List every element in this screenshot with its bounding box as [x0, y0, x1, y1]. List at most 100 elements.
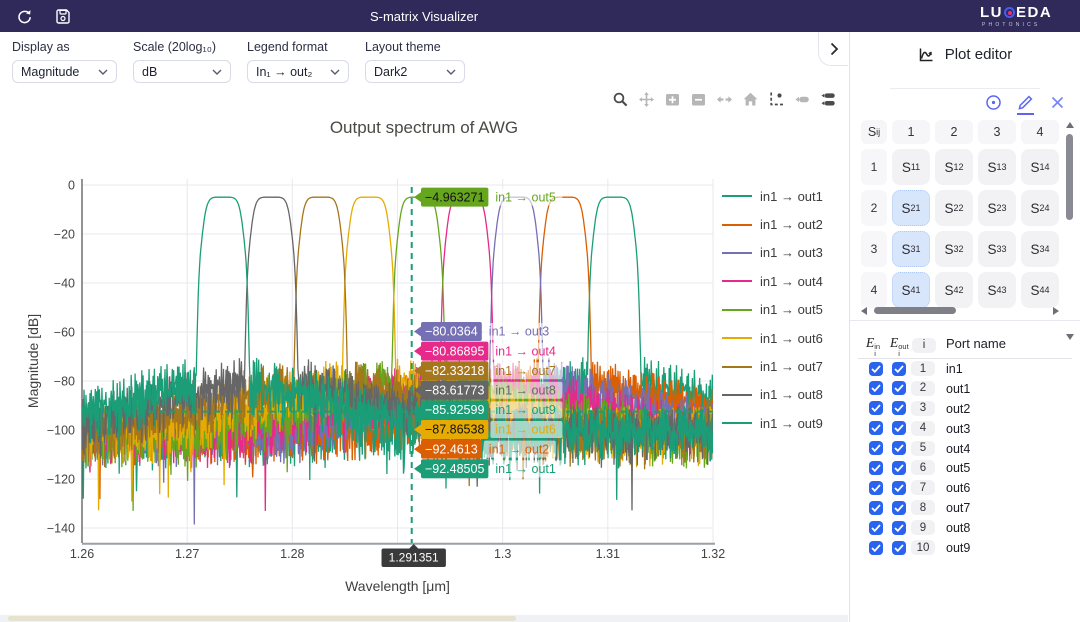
- e-out-checkbox-out3[interactable]: [892, 421, 906, 435]
- spectrum-chart[interactable]: 1.261.271.281.291.31.311.320−20−40−60−80…: [0, 88, 848, 614]
- modebar-pan-button[interactable]: [637, 90, 656, 109]
- scroll-left-arrow[interactable]: [861, 307, 867, 315]
- svg-text:in1 → out5: in1 → out5: [495, 190, 556, 204]
- legend-label: in1 → out9: [760, 416, 823, 431]
- panel-edit-button[interactable]: [1017, 94, 1034, 111]
- legend-item-in1-out8[interactable]: in1 → out8: [722, 381, 823, 409]
- smatrix-cell-S32[interactable]: S32: [935, 231, 973, 267]
- smatrix-row-header-4[interactable]: 4: [861, 272, 887, 308]
- smatrix-col-header-4[interactable]: 4: [1021, 120, 1059, 144]
- smatrix-cell-S24[interactable]: S24: [1021, 190, 1059, 226]
- e-out-checkbox-out1[interactable]: [892, 381, 906, 395]
- e-out-checkbox-out9[interactable]: [892, 541, 906, 555]
- e-out-checkbox-out6[interactable]: [892, 481, 906, 495]
- smatrix-cell-S34[interactable]: S34: [1021, 231, 1059, 267]
- e-in-checkbox-out3[interactable]: [869, 421, 883, 435]
- e-in-checkbox-out6[interactable]: [869, 481, 883, 495]
- e-out-checkbox-out4[interactable]: [892, 441, 906, 455]
- modebar-zoom-button[interactable]: [611, 90, 630, 109]
- smatrix-cell-S23[interactable]: S23: [978, 190, 1016, 226]
- smatrix-cell-S14[interactable]: S14: [1021, 149, 1059, 185]
- smatrix-cell-S31[interactable]: S31: [892, 231, 930, 267]
- scroll-right-arrow[interactable]: [1053, 307, 1059, 315]
- modebar-hover-compare-button[interactable]: [819, 90, 838, 109]
- smatrix-col-header-3[interactable]: 3: [978, 120, 1016, 144]
- line-chart-icon: [918, 46, 935, 63]
- modebar-autoscale-button[interactable]: [715, 90, 734, 109]
- control-select[interactable]: dB: [133, 60, 231, 83]
- port-name-label: out5: [946, 461, 970, 475]
- legend-item-in1-out2[interactable]: in1 → out2: [722, 210, 823, 238]
- bottom-scroll-thumb[interactable]: [8, 616, 516, 621]
- svg-text:in1 → out2: in1 → out2: [489, 442, 550, 456]
- logo-dot: [1008, 11, 1012, 15]
- smatrix-cell-S11[interactable]: S11: [892, 149, 930, 185]
- e-out-checkbox-out7[interactable]: [892, 501, 906, 515]
- legend-label: in1 → out6: [760, 331, 823, 346]
- smatrix-row-header-2[interactable]: 2: [861, 190, 887, 226]
- chevron-right-icon: [829, 42, 839, 56]
- control-select[interactable]: Magnitude: [12, 60, 117, 83]
- modebar-toggle-spikelines-button[interactable]: [767, 90, 786, 109]
- scroll-up-arrow[interactable]: [1066, 122, 1074, 128]
- legend-item-in1-out9[interactable]: in1 → out9: [722, 409, 823, 437]
- port-name-column-header: Port name: [946, 336, 1006, 351]
- smatrix-cell-S43[interactable]: S43: [978, 272, 1016, 308]
- e-in-checkbox-out9[interactable]: [869, 541, 883, 555]
- e-out-checkbox-out2[interactable]: [892, 401, 906, 415]
- modebar-reset-axes-button[interactable]: [741, 90, 760, 109]
- e-in-checkbox-out7[interactable]: [869, 501, 883, 515]
- bottom-scrollbar[interactable]: [0, 615, 848, 622]
- port-row-out7: 8out7: [850, 498, 1080, 518]
- e-in-checkbox-out2[interactable]: [869, 401, 883, 415]
- e-out-checkbox-out5[interactable]: [892, 461, 906, 475]
- smatrix-row-header-3[interactable]: 3: [861, 231, 887, 267]
- smatrix-cell-S42[interactable]: S42: [935, 272, 973, 308]
- e-in-checkbox-in1[interactable]: [869, 362, 883, 376]
- legend-item-in1-out3[interactable]: in1 → out3: [722, 239, 823, 267]
- legend-item-in1-out6[interactable]: in1 → out6: [722, 324, 823, 352]
- panel-info-button[interactable]: [985, 94, 1002, 111]
- e-in-checkbox-out5[interactable]: [869, 461, 883, 475]
- e-in-checkbox-out1[interactable]: [869, 381, 883, 395]
- svg-text:in1 → out1: in1 → out1: [495, 462, 556, 476]
- legend-item-in1-out7[interactable]: in1 → out7: [722, 352, 823, 380]
- e-out-checkbox-out8[interactable]: [892, 521, 906, 535]
- smatrix-col-header-2[interactable]: 2: [935, 120, 973, 144]
- control-select[interactable]: Dark2: [365, 60, 465, 83]
- smatrix-row-header-1[interactable]: 1: [861, 149, 887, 185]
- modebar-zoom-in-button[interactable]: [663, 90, 682, 109]
- smatrix-cell-S12[interactable]: S12: [935, 149, 973, 185]
- smatrix-cell-S33[interactable]: S33: [978, 231, 1016, 267]
- svg-text:−80.86895: −80.86895: [425, 344, 484, 358]
- e-out-checkbox-in1[interactable]: [892, 362, 906, 376]
- e-in-checkbox-out4[interactable]: [869, 441, 883, 455]
- legend-item-in1-out1[interactable]: in1 → out1: [722, 182, 823, 210]
- control-legend-format: Legend formatIn₁ → out₂: [247, 40, 349, 88]
- x-tick-label: 1.28: [280, 547, 304, 561]
- smatrix-cell-S41[interactable]: S41: [892, 272, 930, 308]
- horizontal-scroll-thumb[interactable]: [874, 307, 956, 314]
- port-row-out4: 5out4: [850, 439, 1080, 459]
- panel-title: Plot editor: [945, 46, 1013, 63]
- smatrix-col-header-1[interactable]: 1: [892, 120, 930, 144]
- smatrix-cell-S21[interactable]: S21: [892, 190, 930, 226]
- modebar-hover-closest-button[interactable]: [793, 90, 812, 109]
- smatrix-cell-S13[interactable]: S13: [978, 149, 1016, 185]
- legend-item-in1-out4[interactable]: in1 → out4: [722, 267, 823, 295]
- matrix-horizontal-scrollbar[interactable]: [861, 306, 1059, 316]
- collapse-panel-button[interactable]: [818, 32, 848, 66]
- y-tick-label: −40: [54, 277, 75, 291]
- smatrix-cell-S22[interactable]: S22: [935, 190, 973, 226]
- smatrix-cell-S44[interactable]: S44: [1021, 272, 1059, 308]
- e-in-checkbox-out8[interactable]: [869, 521, 883, 535]
- legend-item-in1-out5[interactable]: in1 → out5: [722, 296, 823, 324]
- control-select[interactable]: In₁ → out₂: [247, 60, 349, 83]
- vertical-scroll-thumb[interactable]: [1066, 134, 1073, 220]
- matrix-vertical-scrollbar[interactable]: [1065, 120, 1075, 342]
- app-title: S-matrix Visualizer: [0, 9, 848, 24]
- modebar-zoom-out-button[interactable]: [689, 90, 708, 109]
- y-tick-label: −100: [47, 424, 75, 438]
- port-index-chip: 7: [911, 480, 935, 495]
- panel-close-button[interactable]: [1049, 94, 1066, 111]
